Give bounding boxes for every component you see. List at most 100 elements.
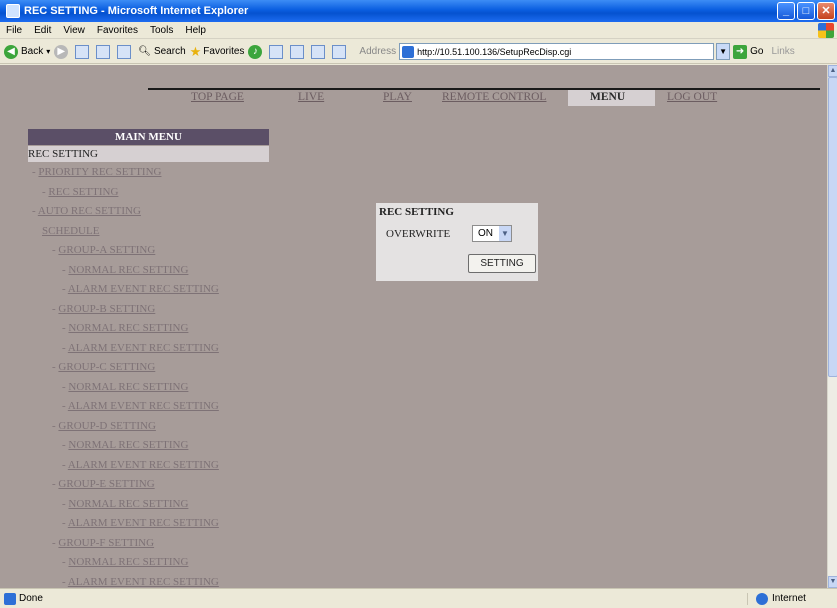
sidebar-item-label: ALARM EVENT REC SETTING xyxy=(67,458,219,471)
page-done-icon xyxy=(4,592,16,605)
home-button[interactable] xyxy=(117,44,134,59)
sidebar-item-label: SCHEDULE xyxy=(42,224,100,237)
sidebar-item[interactable]: - GROUP-C SETTING xyxy=(52,361,155,373)
address-input[interactable]: http://10.51.100.136/SetupRecDisp.cgi xyxy=(399,43,715,60)
vertical-scrollbar[interactable]: ▲ ▼ xyxy=(827,65,837,588)
zone-label: Internet xyxy=(772,593,806,604)
nav-play[interactable]: PLAY xyxy=(383,91,412,103)
menu-favorites[interactable]: Favorites xyxy=(91,25,144,36)
home-icon xyxy=(117,44,132,59)
minimize-button[interactable]: _ xyxy=(777,2,795,20)
media-button[interactable]: ♪ xyxy=(248,44,265,59)
go-label: Go xyxy=(750,46,764,57)
page-icon xyxy=(402,45,415,58)
menu-file[interactable]: File xyxy=(0,25,28,36)
sidebar-item-label: NORMAL REC SETTING xyxy=(68,263,189,276)
title-bar[interactable]: REC SETTING - Microsoft Internet Explore… xyxy=(0,0,837,22)
print-button[interactable] xyxy=(290,44,307,59)
address-dropdown-icon[interactable]: ▼ xyxy=(716,43,731,60)
maximize-button[interactable]: □ xyxy=(797,2,815,20)
menu-view[interactable]: View xyxy=(57,25,91,36)
scroll-thumb[interactable] xyxy=(828,77,837,377)
messenger-button[interactable] xyxy=(332,44,349,59)
sidebar-item[interactable]: - GROUP-E SETTING xyxy=(52,478,155,490)
top-navigation: TOP PAGE LIVE PLAY REMOTE CONTROL MENU L… xyxy=(0,89,827,106)
go-button[interactable]: ➜ Go xyxy=(733,44,764,59)
sidebar-item-label: GROUP-B SETTING xyxy=(58,302,156,315)
nav-log-out[interactable]: LOG OUT xyxy=(667,91,717,103)
sidebar-item-label: ALARM EVENT REC SETTING xyxy=(67,341,219,354)
sidebar-item-label: ALARM EVENT REC SETTING xyxy=(67,283,219,295)
mail-button[interactable] xyxy=(269,44,286,59)
sidebar-item[interactable]: - GROUP-B SETTING xyxy=(52,303,155,315)
sidebar-item[interactable]: - PRIORITY REC SETTING xyxy=(32,166,161,178)
sidebar-item-label: PRIORITY REC SETTING xyxy=(38,166,162,178)
print-icon xyxy=(290,44,305,59)
favorites-button[interactable]: ★ Favorites xyxy=(190,44,245,60)
scroll-up-icon[interactable]: ▲ xyxy=(828,65,837,77)
nav-remote-control[interactable]: REMOTE CONTROL xyxy=(442,91,546,103)
search-icon: 🔍︎ xyxy=(138,46,151,57)
sidebar-item[interactable]: - GROUP-A SETTING xyxy=(52,244,155,256)
nav-menu[interactable]: MENU xyxy=(568,89,656,106)
address-url: http://10.51.100.136/SetupRecDisp.cgi xyxy=(417,46,572,57)
sidebar-item[interactable]: - NORMAL REC SETTING xyxy=(62,322,188,334)
messenger-icon xyxy=(332,44,347,59)
menu-tools[interactable]: Tools xyxy=(144,25,179,36)
star-icon: ★ xyxy=(189,43,202,59)
current-menu-item: REC SETTING xyxy=(28,146,269,162)
chevron-down-icon: ▼ xyxy=(499,226,511,241)
nav-top-page[interactable]: TOP PAGE xyxy=(191,91,244,103)
security-zone: Internet xyxy=(747,592,837,605)
sidebar-item-label: GROUP-D SETTING xyxy=(58,419,156,432)
refresh-icon xyxy=(96,44,111,59)
sidebar-item[interactable]: - AUTO REC SETTING xyxy=(32,205,141,217)
sidebar-item[interactable]: - ALARM EVENT REC SETTING xyxy=(62,283,219,295)
sidebar-item[interactable]: - GROUP-D SETTING xyxy=(52,420,156,432)
sidebar-item[interactable]: - REC SETTING xyxy=(42,186,118,198)
edit-icon xyxy=(311,44,326,59)
sidebar-item-label: ALARM EVENT REC SETTING xyxy=(67,575,219,588)
sidebar-item-label: NORMAL REC SETTING xyxy=(68,497,189,510)
rec-setting-title: REC SETTING xyxy=(379,206,454,218)
sidebar-item[interactable]: SCHEDULE xyxy=(42,225,99,237)
sidebar-item[interactable]: - ALARM EVENT REC SETTING xyxy=(62,342,219,354)
search-button[interactable]: 🔍︎ Search xyxy=(138,46,185,57)
windows-logo-icon xyxy=(818,23,834,38)
main-menu-header: MAIN MENU xyxy=(28,129,269,145)
sidebar-item[interactable]: - ALARM EVENT REC SETTING xyxy=(62,400,219,412)
sidebar-item[interactable]: - ALARM EVENT REC SETTING xyxy=(62,576,219,588)
sidebar-item[interactable]: - ALARM EVENT REC SETTING xyxy=(62,459,219,471)
scroll-down-icon[interactable]: ▼ xyxy=(828,576,837,588)
sidebar-item[interactable]: - ALARM EVENT REC SETTING xyxy=(62,517,219,529)
sidebar-item-label: NORMAL REC SETTING xyxy=(68,322,189,334)
search-label: Search xyxy=(153,46,186,57)
sidebar-item-label: ALARM EVENT REC SETTING xyxy=(67,400,219,412)
stop-button[interactable] xyxy=(75,44,92,59)
menu-edit[interactable]: Edit xyxy=(28,25,57,36)
back-button[interactable]: ◀ Back ▾ xyxy=(4,44,50,59)
sidebar-item[interactable]: - NORMAL REC SETTING xyxy=(62,264,188,276)
back-label: Back xyxy=(21,46,44,57)
rec-setting-panel: REC SETTING OVERWRITE ON ▼ SETTING xyxy=(376,203,538,281)
sidebar-item-label: GROUP-A SETTING xyxy=(58,244,156,256)
status-bar: Done Internet xyxy=(0,588,837,608)
sidebar-item[interactable]: - NORMAL REC SETTING xyxy=(62,556,188,568)
nav-live[interactable]: LIVE xyxy=(298,91,324,103)
overwrite-select[interactable]: ON ▼ xyxy=(472,225,512,242)
go-arrow-icon: ➜ xyxy=(733,44,748,59)
close-button[interactable]: ✕ xyxy=(817,2,835,20)
setting-button[interactable]: SETTING xyxy=(468,254,536,273)
menu-help[interactable]: Help xyxy=(179,25,212,36)
links-button[interactable]: Links xyxy=(771,46,794,57)
sidebar-item[interactable]: - NORMAL REC SETTING xyxy=(62,381,188,393)
edit-button[interactable] xyxy=(311,44,328,59)
sidebar-item[interactable]: - GROUP-F SETTING xyxy=(52,537,154,549)
sidebar-item-label: ALARM EVENT REC SETTING xyxy=(67,517,219,529)
favorites-label: Favorites xyxy=(203,46,245,57)
window-title: REC SETTING - Microsoft Internet Explore… xyxy=(24,5,249,17)
forward-button[interactable]: ▶ xyxy=(54,44,71,59)
sidebar-item[interactable]: - NORMAL REC SETTING xyxy=(62,498,188,510)
sidebar-item[interactable]: - NORMAL REC SETTING xyxy=(62,439,188,451)
refresh-button[interactable] xyxy=(96,44,113,59)
